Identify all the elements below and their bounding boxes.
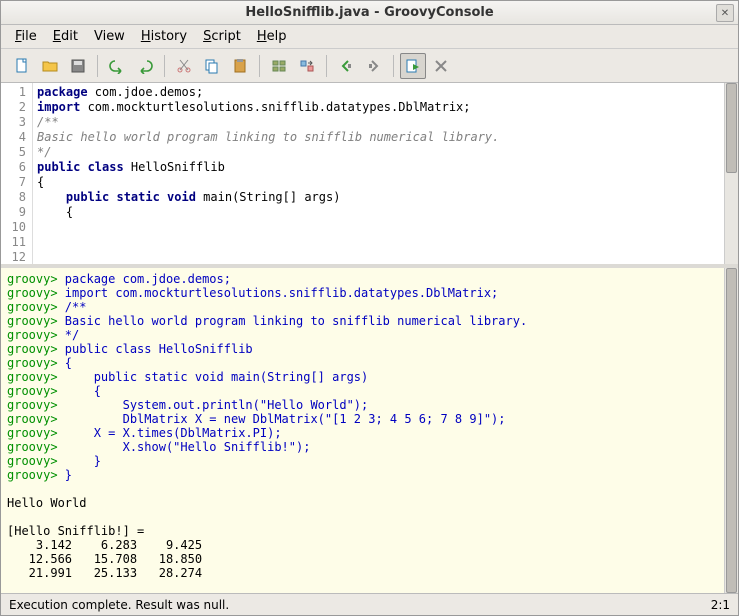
- window-title: HelloSnifflib.java - GroovyConsole: [245, 5, 493, 20]
- paste-button[interactable]: [227, 53, 253, 79]
- open-file-button[interactable]: [37, 53, 63, 79]
- menu-help[interactable]: Help: [249, 26, 295, 47]
- run-script-button[interactable]: [400, 53, 426, 79]
- titlebar: HelloSnifflib.java - GroovyConsole ✕: [1, 1, 738, 25]
- separator: [259, 55, 260, 77]
- statusbar: Execution complete. Result was null. 2:1: [1, 593, 738, 615]
- close-button[interactable]: ✕: [716, 4, 734, 22]
- output-pane: groovy> package com.jdoe.demos;groovy> i…: [1, 268, 738, 593]
- separator: [393, 55, 394, 77]
- line-gutter: 123456789101112: [1, 83, 33, 264]
- code-editor[interactable]: package com.jdoe.demos;import com.mocktu…: [33, 83, 724, 264]
- cut-button[interactable]: [171, 53, 197, 79]
- redo-button[interactable]: [132, 53, 158, 79]
- new-file-button[interactable]: [9, 53, 35, 79]
- cursor-position: 2:1: [711, 598, 730, 612]
- separator: [97, 55, 98, 77]
- status-message: Execution complete. Result was null.: [9, 598, 229, 612]
- history-next-button[interactable]: [361, 53, 387, 79]
- menu-file[interactable]: File: [7, 26, 45, 47]
- separator: [164, 55, 165, 77]
- history-prev-button[interactable]: [333, 53, 359, 79]
- replace-button[interactable]: [294, 53, 320, 79]
- editor-scrollbar[interactable]: [724, 83, 738, 264]
- undo-button[interactable]: [104, 53, 130, 79]
- toolbar: [1, 49, 738, 83]
- output-scrollbar[interactable]: [724, 268, 738, 593]
- editor-pane: 123456789101112 package com.jdoe.demos;i…: [1, 83, 738, 268]
- clear-output-button[interactable]: [428, 53, 454, 79]
- output-console[interactable]: groovy> package com.jdoe.demos;groovy> i…: [1, 268, 724, 593]
- find-button[interactable]: [266, 53, 292, 79]
- separator: [326, 55, 327, 77]
- menu-history[interactable]: History: [133, 26, 195, 47]
- menu-edit[interactable]: Edit: [45, 26, 86, 47]
- menu-view[interactable]: View: [86, 26, 133, 47]
- copy-button[interactable]: [199, 53, 225, 79]
- content-area: 123456789101112 package com.jdoe.demos;i…: [1, 83, 738, 593]
- menu-script[interactable]: Script: [195, 26, 249, 47]
- menubar: File Edit View History Script Help: [1, 25, 738, 49]
- save-file-button[interactable]: [65, 53, 91, 79]
